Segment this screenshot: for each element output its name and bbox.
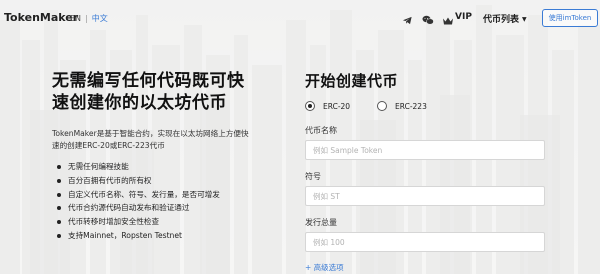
coin-list-label: 代币列表 bbox=[483, 15, 520, 25]
feature-list: 无需任何编程技能 百分百拥有代币的所有权 自定义代币名称、符号、发行量，是否可增… bbox=[52, 160, 262, 243]
token-standard-radio-group: ERC-20 ERC-223 bbox=[305, 101, 545, 115]
intro-description: TokenMaker是基于智能合约，实现在以太坊网络上方便快速的创建ERC-20… bbox=[52, 129, 249, 150]
lang-zh-link[interactable]: 中文 bbox=[92, 14, 108, 23]
create-token-form: 开始创建代币 ERC-20 ERC-223 代币名称 符号 发行总量 + 高级选… bbox=[305, 70, 545, 273]
use-imtoken-button[interactable]: 使用imToken bbox=[542, 9, 598, 27]
language-switcher: EN | 中文 bbox=[70, 13, 108, 24]
coin-list-dropdown[interactable]: 代币列表 ▼ bbox=[483, 12, 527, 25]
token-name-input[interactable] bbox=[305, 140, 545, 160]
page-headline: 无需编写任何代码既可快 速创建你的以太坊代币 bbox=[52, 70, 262, 114]
feature-item: 代币合约源代码自动发布和验证通过 bbox=[52, 201, 262, 215]
token-name-label: 代币名称 bbox=[305, 126, 337, 135]
total-supply-input[interactable] bbox=[305, 232, 545, 252]
radio-unselected-icon bbox=[377, 101, 387, 111]
wechat-icon[interactable] bbox=[422, 11, 434, 25]
headline-line-1: 无需编写任何代码既可快 bbox=[52, 71, 245, 91]
feature-item: 百分百拥有代币的所有权 bbox=[52, 174, 262, 188]
feature-item: 无需任何编程技能 bbox=[52, 160, 262, 174]
feature-item: 自定义代币名称、符号、发行量，是否可增发 bbox=[52, 188, 262, 202]
radio-erc20[interactable]: ERC-20 bbox=[305, 101, 350, 111]
headline-line-2: 速创建你的以太坊代币 bbox=[52, 93, 227, 113]
crown-icon bbox=[442, 11, 454, 25]
intro-section: 无需编写任何代码既可快 速创建你的以太坊代币 TokenMaker是基于智能合约… bbox=[52, 70, 262, 243]
radio-erc223-label: ERC-223 bbox=[395, 101, 427, 111]
lang-en-link[interactable]: EN bbox=[70, 14, 81, 23]
brand-logo[interactable]: TokenMaker bbox=[4, 11, 78, 24]
form-title: 开始创建代币 bbox=[305, 72, 399, 90]
feature-item: 支持Mainnet，Ropsten Testnet bbox=[52, 229, 262, 243]
total-supply-label: 发行总量 bbox=[305, 218, 337, 227]
vip-link[interactable]: VIP bbox=[455, 12, 472, 22]
radio-erc223[interactable]: ERC-223 bbox=[377, 101, 427, 111]
top-navigation-bar: TokenMaker EN | 中文 VIP 代币列表 ▼ 使用imToken bbox=[0, 0, 600, 34]
lang-separator: | bbox=[85, 14, 88, 23]
advanced-options-link[interactable]: + 高级选项 bbox=[305, 262, 545, 273]
token-symbol-input[interactable] bbox=[305, 186, 545, 206]
telegram-icon[interactable] bbox=[402, 11, 414, 25]
feature-item: 代币转移时增加安全性检查 bbox=[52, 215, 262, 229]
radio-selected-icon bbox=[305, 101, 315, 111]
token-symbol-label: 符号 bbox=[305, 172, 321, 181]
chevron-down-icon: ▼ bbox=[522, 16, 527, 23]
radio-erc20-label: ERC-20 bbox=[323, 101, 351, 111]
